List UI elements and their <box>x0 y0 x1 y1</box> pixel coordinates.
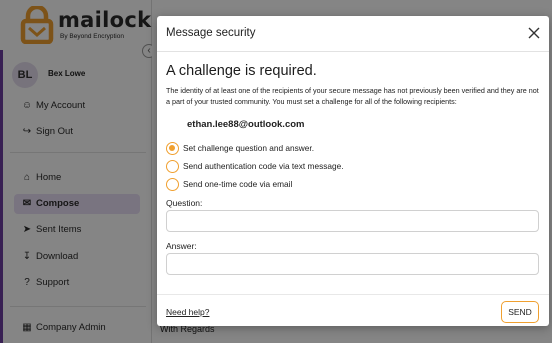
challenge-heading: A challenge is required. <box>166 63 317 79</box>
option-label: Send one-time code via email <box>183 179 293 189</box>
option-email-code[interactable]: Send one-time code via email <box>166 178 466 192</box>
close-icon[interactable] <box>527 26 541 40</box>
option-text-message[interactable]: Send authentication code via text messag… <box>166 160 466 174</box>
option-label: Send authentication code via text messag… <box>183 161 344 171</box>
option-challenge-question[interactable]: Set challenge question and answer. <box>166 142 466 156</box>
dialog-footer-divider <box>157 294 549 295</box>
question-label: Question: <box>166 198 203 208</box>
need-help-link[interactable]: Need help? <box>166 307 209 317</box>
recipient-email: ethan.lee88@outlook.com <box>187 119 305 130</box>
answer-input[interactable] <box>166 253 539 275</box>
answer-label: Answer: <box>166 241 197 251</box>
option-label: Set challenge question and answer. <box>183 143 314 153</box>
challenge-description: The identity of at least one of the reci… <box>166 86 539 106</box>
radio-button[interactable] <box>166 160 179 173</box>
radio-button[interactable] <box>166 142 179 155</box>
send-button[interactable]: SEND <box>501 301 539 323</box>
dialog-header: Message security <box>157 16 549 52</box>
radio-button[interactable] <box>166 178 179 191</box>
dialog-title: Message security <box>166 27 256 39</box>
message-security-dialog: Message security A challenge is required… <box>157 16 549 326</box>
question-input[interactable] <box>166 210 539 232</box>
